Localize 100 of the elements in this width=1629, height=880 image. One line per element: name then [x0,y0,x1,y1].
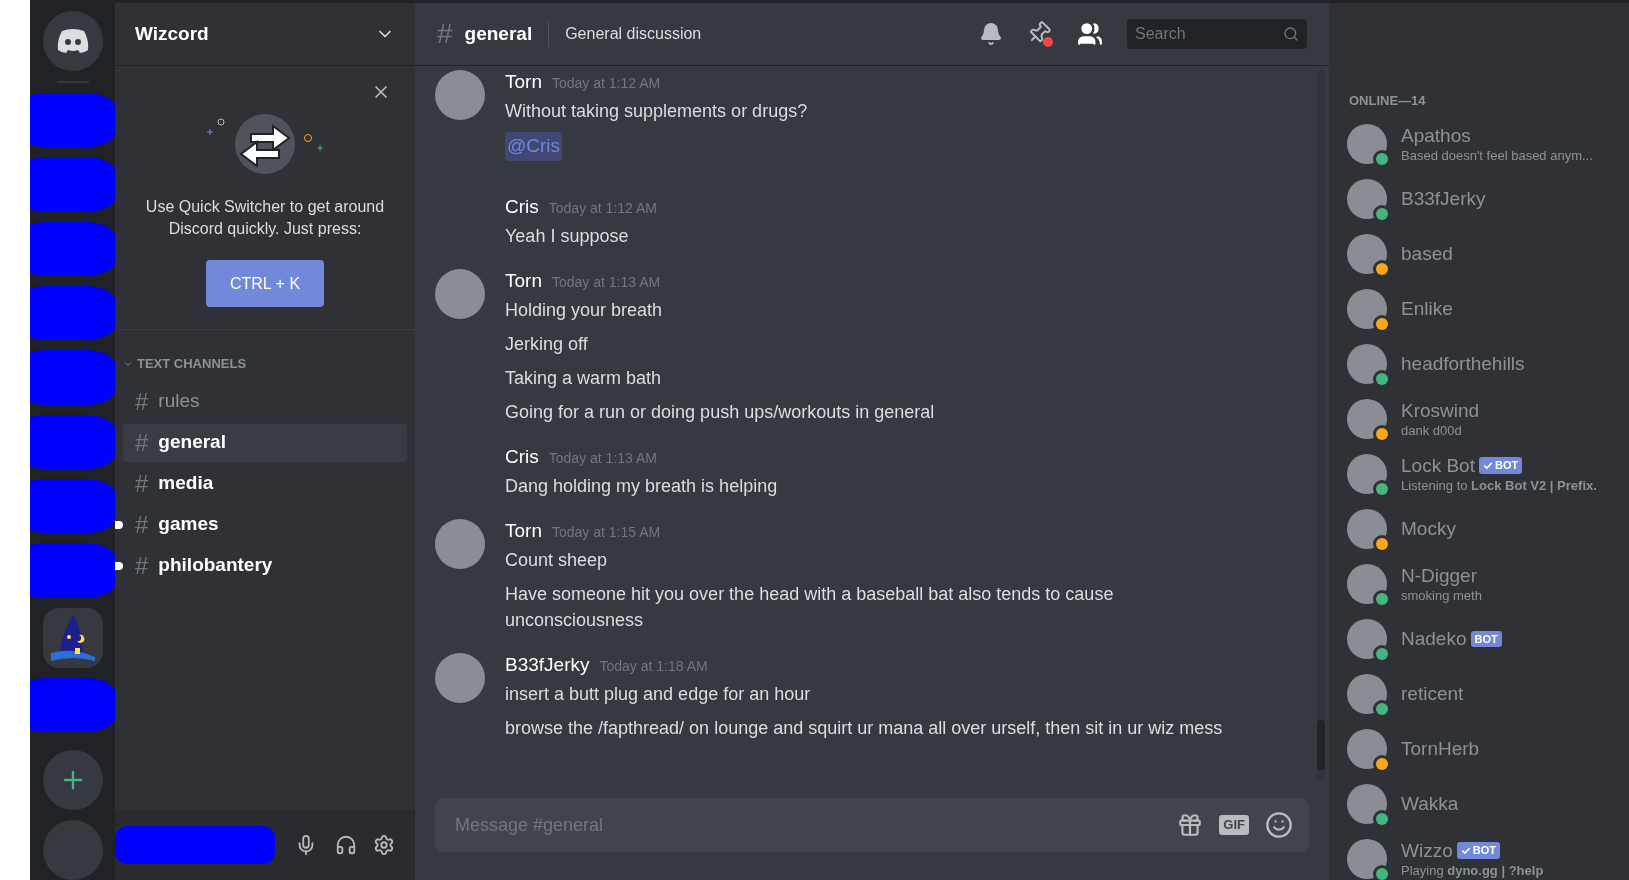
members-icon[interactable] [1077,21,1103,47]
gif-button[interactable]: GIF [1219,815,1249,835]
member-name: Mocky [1401,518,1456,540]
member-name: reticent [1401,683,1464,705]
user-mention[interactable]: @Cris [505,132,563,161]
message-timestamp: Today at 1:12 AM [551,74,661,93]
smile-icon[interactable] [1265,811,1293,839]
avatar [1347,509,1387,549]
member-name: Wizzo [1401,839,1453,862]
bot-tag: BOT [1478,457,1523,474]
pin-icon[interactable] [1027,21,1053,47]
member-name: Kroswind [1401,399,1480,422]
server-icon[interactable] [42,607,103,668]
member-item[interactable]: Apathos Based doesn't feel based anym... [1347,116,1617,172]
message-text: Count sheep [505,548,609,572]
scrollbar-thumb[interactable] [1317,720,1325,770]
category-header[interactable]: TEXT CHANNELS [123,354,407,374]
message-timestamp: Today at 1:18 AM [599,656,708,676]
avatar [1347,729,1387,769]
avatar [1347,454,1387,494]
message-timestamp: Today at 1:13 AM [548,448,657,468]
avatar [1347,179,1387,219]
quick-switcher-hint: Use Quick Switcher to get around Discord quickly. Just press: [144,197,386,239]
hash-icon: # [135,547,149,584]
author-name[interactable]: Torn [505,516,542,545]
hash-icon: # [135,424,149,461]
message-timestamp: Today at 1:13 AM [551,272,661,292]
member-item[interactable]: Enlike [1347,281,1617,337]
member-item[interactable]: Lock Bot BOT Listening to Lock Bot V2 | Prefix. [1347,446,1617,502]
author-name[interactable]: B33fJerky [505,650,590,679]
settings-icon[interactable] [373,834,395,856]
message-text: insert a butt plug and edge for an hour [505,682,812,706]
message-timestamp: Today at 1:15 AM [551,522,661,542]
controller-face-icon [55,28,90,54]
member-name: based [1401,243,1453,265]
member-name: Lock Bot [1401,454,1475,477]
channel-item[interactable]: # games [123,505,407,544]
avatar[interactable] [435,70,485,120]
members-heading: ONLINE—14 [1349,92,1427,110]
message-text: Holding your breath [505,298,664,322]
member-name: TornHerb [1401,738,1480,760]
bot-tag: BOT [1470,630,1502,648]
channel-item[interactable]: # general [123,423,407,462]
headphones-icon[interactable] [335,834,357,856]
member-item[interactable]: Wizzo BOT Playing dyno.gg | ?help [1347,831,1617,880]
avatar [1347,344,1387,384]
member-name: Enlike [1401,298,1453,320]
avatar[interactable] [435,268,485,319]
avatar [1347,234,1387,274]
message-text: Dang holding my breath is helping [505,474,778,498]
channel-item[interactable]: # rules [123,382,407,421]
avatar [1347,124,1387,164]
avatar [1347,564,1387,604]
member-item[interactable]: Wakka [1347,776,1617,832]
avatar [1347,619,1387,659]
member-name: Nadeko [1401,628,1467,650]
channel-topic: General discussion [565,24,702,44]
shortcut-button[interactable]: CTRL + K [206,260,324,307]
avatar [1347,289,1387,329]
check-icon [1460,845,1471,856]
hash-icon: # [135,465,149,502]
member-item[interactable]: Mocky [1347,501,1617,557]
author-name[interactable]: Torn [505,68,542,97]
member-item[interactable]: reticent [1347,666,1617,722]
bell-icon[interactable] [979,22,1003,46]
member-name: N-Digger [1401,564,1478,587]
member-activity: Listening to Lock Bot V2 | Prefix. [1401,476,1597,494]
member-item[interactable]: Nadeko BOT [1347,611,1617,667]
member-item[interactable]: Kroswind dank d00d [1347,391,1617,447]
member-item[interactable]: headforthehills [1347,336,1617,392]
message-text: Going for a run or doing push ups/workouts in general [505,400,935,424]
avatar[interactable] [435,652,485,703]
avatar [1347,399,1387,439]
message-timestamp: Today at 1:12 AM [548,198,657,218]
channel-item[interactable]: # media [123,464,407,503]
channel-item[interactable]: # philobantery [123,546,407,585]
member-item[interactable]: based [1347,226,1617,282]
author-name[interactable]: Cris [505,192,539,221]
member-item[interactable]: N-Digger smoking meth [1347,556,1617,612]
member-activity: dank d00d [1401,421,1463,439]
member-item[interactable]: TornHerb [1347,721,1617,777]
member-name: B33fJerky [1401,188,1486,210]
message-text: Jerking off [505,332,589,356]
message-text: Without taking supplements or drugs? [505,100,808,123]
member-activity: Based doesn't feel based anym... [1401,146,1593,164]
author-name[interactable]: Torn [505,266,542,295]
member-name: headforthehills [1401,353,1525,375]
member-name: Wakka [1401,793,1459,815]
gift-icon[interactable] [1177,812,1204,838]
check-icon [1482,460,1493,471]
author-name[interactable]: Cris [505,442,539,471]
search-field[interactable]: Search [1127,19,1307,49]
member-activity: Playing dyno.gg | ?help [1401,861,1544,879]
channel-title: general [464,21,533,46]
hash-icon: # [135,506,149,543]
member-item[interactable]: B33fJerky [1347,171,1617,227]
message-text: Taking a warm bath [505,366,663,390]
bot-tag: BOT [1456,842,1500,859]
avatar [1347,674,1387,714]
avatar[interactable] [435,518,485,569]
